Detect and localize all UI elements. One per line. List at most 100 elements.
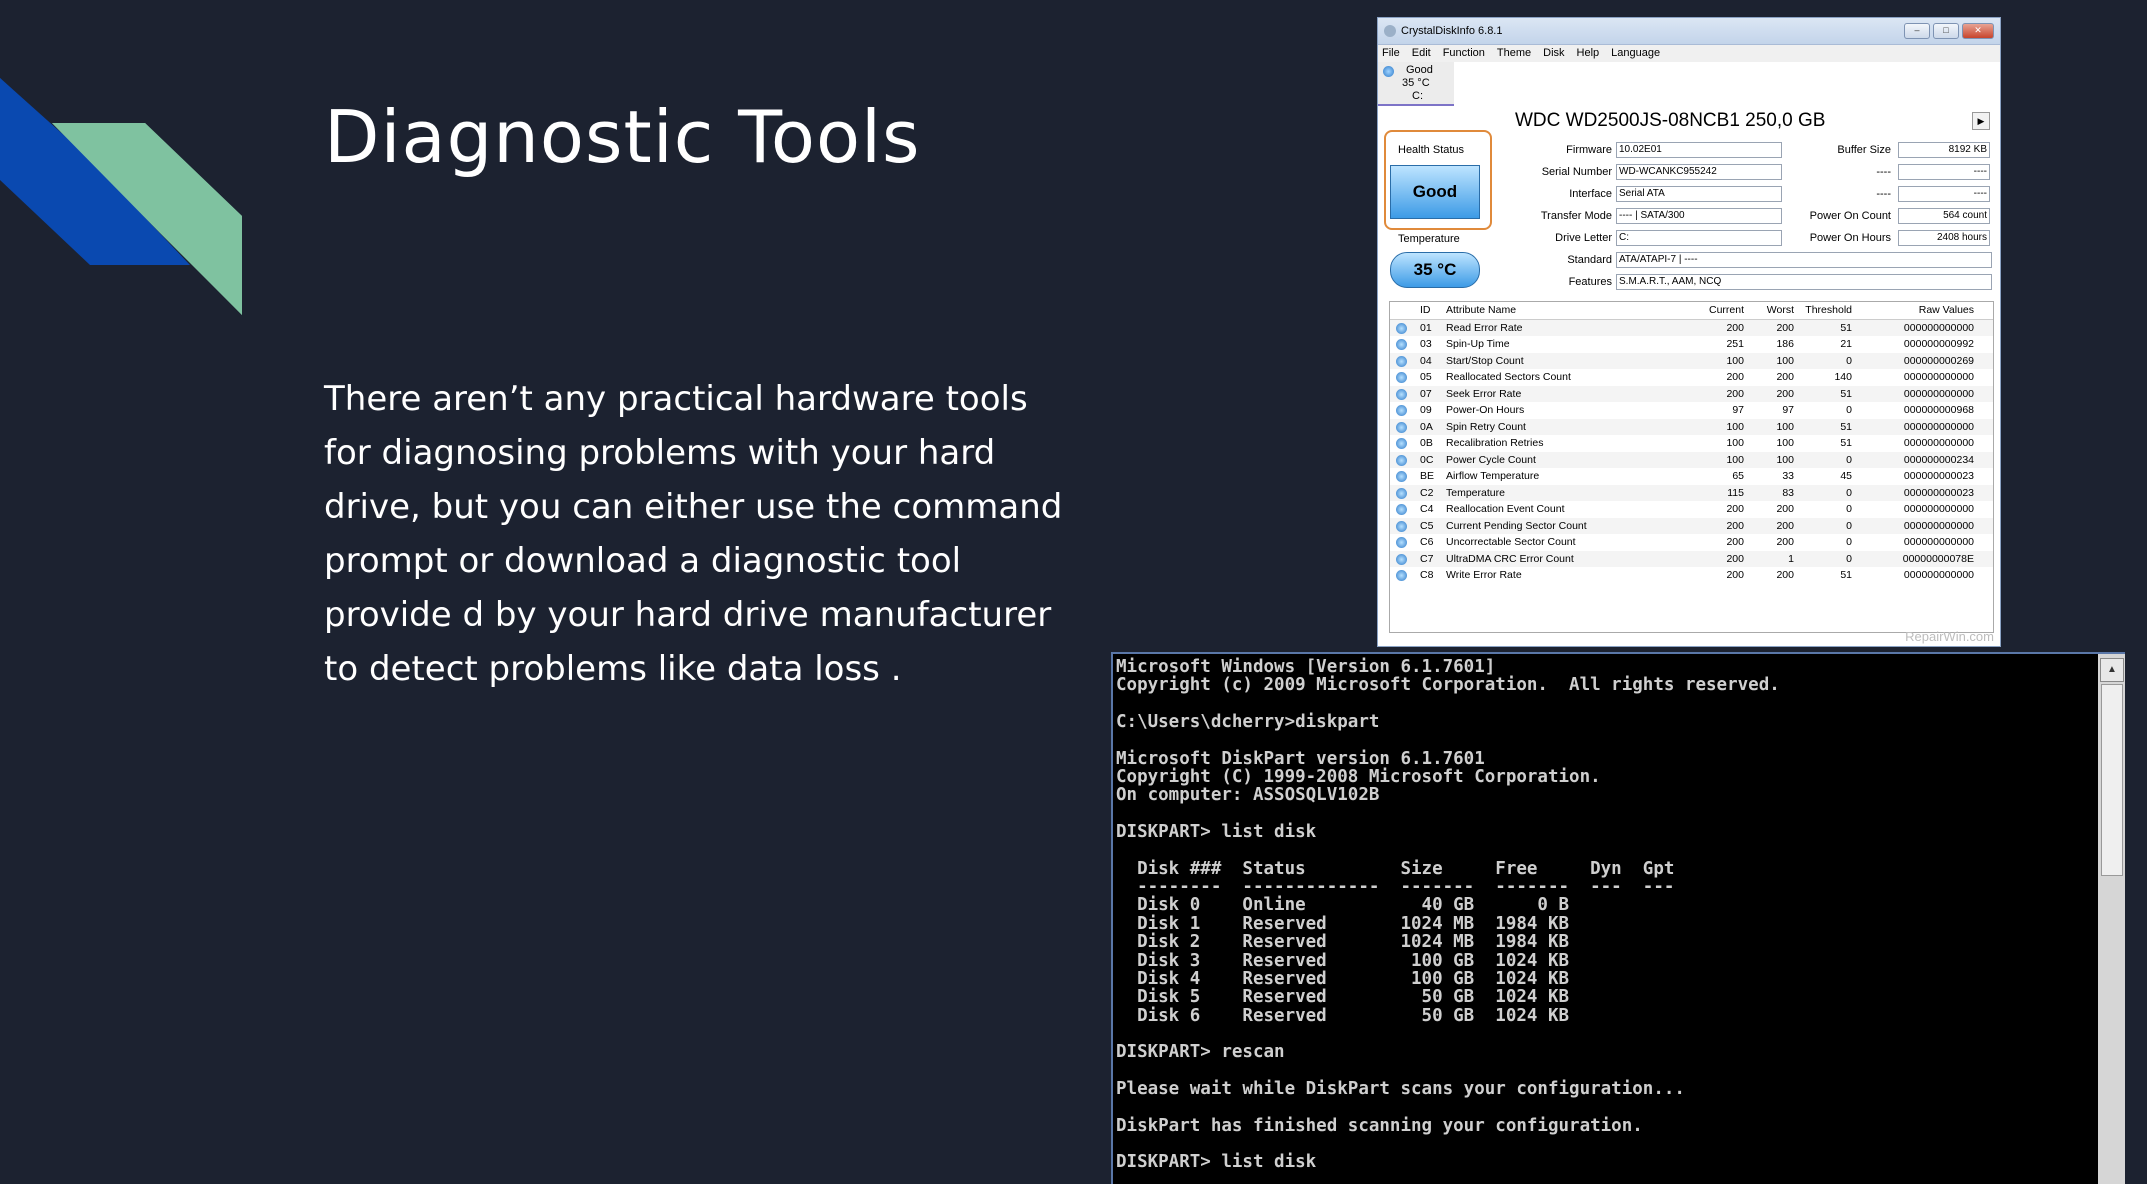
cell-raw-value: 000000000000	[1903, 569, 1974, 581]
status-dot-icon	[1390, 353, 1420, 370]
cell-raw-value: 000000000000	[1903, 321, 1974, 334]
app-icon	[1384, 25, 1396, 37]
table-row[interactable]: 0B Recalibration Retries 100 100 51 000000000…	[1390, 435, 1993, 452]
disk-tab[interactable]: Good 35 °C C:	[1378, 62, 1454, 106]
window-title: CrystalDiskInfo 6.8.1	[1401, 25, 1503, 37]
standard-value: ATA/ATAPI-7 | ----	[1616, 252, 1992, 268]
cell-id: C7	[1420, 552, 1434, 565]
cell-current: 97	[1732, 404, 1744, 416]
menu-theme[interactable]: Theme	[1497, 45, 1531, 62]
cell-current: 65	[1732, 470, 1744, 482]
menu-language[interactable]: Language	[1611, 45, 1660, 62]
cell-worst: 200	[1776, 519, 1794, 532]
cell-raw-value: 00000000078E	[1902, 552, 1974, 565]
table-row[interactable]: 0A Spin Retry Count 100 100 51 000000000000	[1390, 418, 1993, 435]
cell-attribute-name: Start/Stop Count	[1446, 354, 1524, 367]
table-row[interactable]: C6 Uncorrectable Sector Count 200 200 0 00000…	[1390, 534, 1993, 551]
cell-current: 200	[1726, 371, 1744, 383]
blank1-label: ----	[1876, 166, 1891, 178]
col-id[interactable]: ID	[1420, 302, 1446, 319]
console-line: On computer: ASSOSQLV102B	[1116, 785, 1380, 806]
cell-attribute-name: Read Error Rate	[1446, 321, 1523, 334]
status-dot-icon	[1390, 534, 1420, 551]
col-threshold[interactable]: Threshold	[1794, 302, 1852, 319]
cell-id: 0C	[1420, 453, 1434, 466]
cell-attribute-name: Spin Retry Count	[1446, 420, 1526, 433]
cell-raw-value: 000000000000	[1903, 437, 1974, 449]
menu-file[interactable]: File	[1382, 45, 1400, 62]
status-dot-icon	[1390, 518, 1420, 535]
console-output[interactable]: Microsoft Windows [Version 6.1.7601] Cop…	[1116, 658, 1780, 1172]
cell-raw-value: 000000000000	[1903, 387, 1974, 400]
cell-current: 200	[1726, 519, 1744, 532]
scroll-up-icon[interactable]: ▲	[2100, 658, 2124, 682]
power-on-hours-value: 2408 hours	[1898, 230, 1990, 246]
console-line: Microsoft DiskPart version 6.1.7601	[1116, 748, 1485, 769]
cell-raw-value: 000000000000	[1903, 536, 1974, 548]
table-row[interactable]: 0C Power Cycle Count 100 100 0 000000000234	[1390, 451, 1993, 468]
minimize-icon[interactable]: –	[1904, 23, 1930, 39]
table-row[interactable]: 03 Spin-Up Time 251 186 21 000000000992	[1390, 336, 1993, 353]
scroll-thumb[interactable]	[2101, 684, 2123, 876]
menu-function[interactable]: Function	[1443, 45, 1485, 62]
console-line: Copyright (c) 2009 Microsoft Corporation…	[1116, 675, 1780, 696]
health-status-label: Health Status	[1398, 144, 1465, 156]
transfer-mode-label: Transfer Mode	[1540, 210, 1612, 222]
status-dot-icon	[1390, 485, 1420, 502]
table-row[interactable]: 05 Reallocated Sectors Count 200 200 140 0000…	[1390, 369, 1993, 386]
col-worst[interactable]: Worst	[1744, 302, 1794, 319]
console-line: C:\Users\dcherry>diskpart	[1116, 712, 1380, 733]
cell-worst: 200	[1776, 387, 1794, 400]
table-row[interactable]: C8 Write Error Rate 200 200 51 000000000000	[1390, 567, 1993, 584]
status-dot-icon	[1390, 567, 1420, 584]
menu-edit[interactable]: Edit	[1412, 45, 1431, 62]
table-row[interactable]: 07 Seek Error Rate 200 200 51 000000000000	[1390, 385, 1993, 402]
col-current[interactable]: Current	[1692, 302, 1744, 319]
status-dot-icon	[1390, 336, 1420, 353]
menu-disk[interactable]: Disk	[1543, 45, 1564, 62]
table-row[interactable]: C7 UltraDMA CRC Error Count 200 1 0 000000000…	[1390, 550, 1993, 567]
power-on-hours-label: Power On Hours	[1809, 232, 1891, 244]
table-row[interactable]: C4 Reallocation Event Count 200 200 0 0000000…	[1390, 501, 1993, 518]
cell-worst: 200	[1776, 503, 1794, 515]
table-row[interactable]: 04 Start/Stop Count 100 100 0 000000000269	[1390, 352, 1993, 370]
cell-attribute-name: Recalibration Retries	[1446, 437, 1544, 449]
cell-raw-value: 000000000269	[1903, 354, 1974, 367]
next-disk-icon[interactable]: ▶	[1972, 112, 1990, 130]
cell-current: 200	[1726, 552, 1744, 565]
console-line: DISKPART> rescan	[1116, 1042, 1285, 1063]
cell-attribute-name: Airflow Temperature	[1446, 470, 1540, 482]
health-status-button[interactable]: Good	[1390, 165, 1480, 219]
cell-worst: 83	[1782, 486, 1794, 499]
temperature-value[interactable]: 35 °C	[1390, 252, 1480, 288]
buffer-size-value: 8192 KB	[1898, 142, 1990, 158]
cell-threshold: 0	[1846, 552, 1852, 565]
status-dot-icon	[1390, 435, 1420, 452]
table-row[interactable]: C2 Temperature 115 83 0 000000000023	[1390, 484, 1993, 502]
cell-threshold: 45	[1840, 470, 1852, 482]
console-line: Disk 6 Reserved 50 GB 1024 KB	[1116, 1005, 1570, 1026]
maximize-icon[interactable]: □	[1933, 23, 1959, 39]
cell-attribute-name: Power Cycle Count	[1446, 453, 1536, 466]
temperature-label: Temperature	[1398, 233, 1460, 245]
cell-worst: 97	[1782, 404, 1794, 416]
cell-raw-value: 000000000000	[1903, 519, 1974, 532]
cell-raw-value: 000000000234	[1903, 453, 1974, 466]
cell-id: 0A	[1420, 420, 1433, 433]
table-row[interactable]: C5 Current Pending Sector Count 200 200 0 000…	[1390, 517, 1993, 535]
cell-attribute-name: Temperature	[1446, 486, 1505, 499]
table-row[interactable]: BE Airflow Temperature 65 33 45 000000000023	[1390, 468, 1993, 485]
close-icon[interactable]: ✕	[1962, 23, 1994, 39]
slide-title: Diagnostic Tools	[324, 95, 921, 179]
cell-current: 200	[1726, 536, 1744, 548]
buffer-size-label: Buffer Size	[1837, 144, 1891, 156]
table-row[interactable]: 01 Read Error Rate 200 200 51 000000000000	[1390, 319, 1993, 336]
menu-help[interactable]: Help	[1577, 45, 1600, 62]
table-row[interactable]: 09 Power-On Hours 97 97 0 000000000968	[1390, 402, 1993, 419]
cell-worst: 100	[1776, 354, 1794, 367]
col-raw-values[interactable]: Raw Values	[1852, 302, 1978, 319]
scrollbar[interactable]: ▲	[2098, 654, 2125, 1184]
drive-letter-value: C:	[1616, 230, 1782, 246]
col-attribute-name[interactable]: Attribute Name	[1446, 302, 1692, 319]
cell-threshold: 0	[1846, 519, 1852, 532]
